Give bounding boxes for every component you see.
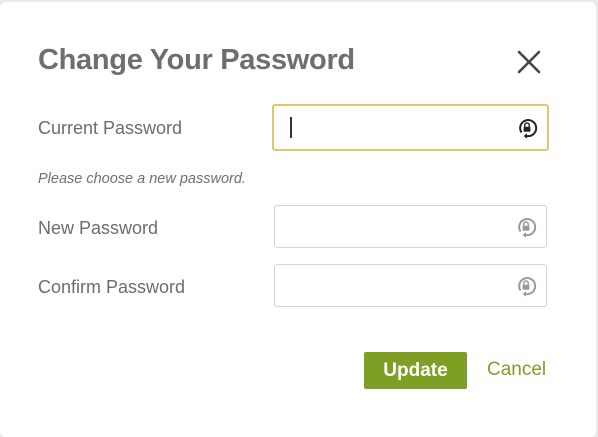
password-visibility-icon[interactable]	[515, 116, 539, 140]
password-hint: Please choose a new password.	[38, 171, 246, 187]
update-button[interactable]: Update	[364, 352, 467, 389]
cancel-button[interactable]: Cancel	[487, 359, 546, 381]
password-visibility-icon[interactable]	[514, 215, 538, 239]
confirm-password-input[interactable]	[285, 265, 505, 306]
new-password-input[interactable]	[285, 206, 505, 247]
text-caret	[290, 117, 292, 138]
confirm-password-label: Confirm Password	[38, 277, 186, 297]
new-password-field[interactable]	[274, 205, 547, 248]
password-visibility-icon[interactable]	[514, 274, 538, 298]
close-button[interactable]	[514, 47, 544, 77]
current-password-field[interactable]	[272, 104, 549, 151]
current-password-label: Current Password	[38, 118, 183, 138]
close-icon	[517, 50, 541, 74]
new-password-label: New Password	[38, 218, 159, 238]
change-password-dialog: Change Your Password Current Password Pl…	[0, 2, 596, 437]
confirm-password-field[interactable]	[274, 264, 547, 307]
current-password-input[interactable]	[284, 106, 504, 149]
dialog-title: Change Your Password	[38, 44, 355, 76]
